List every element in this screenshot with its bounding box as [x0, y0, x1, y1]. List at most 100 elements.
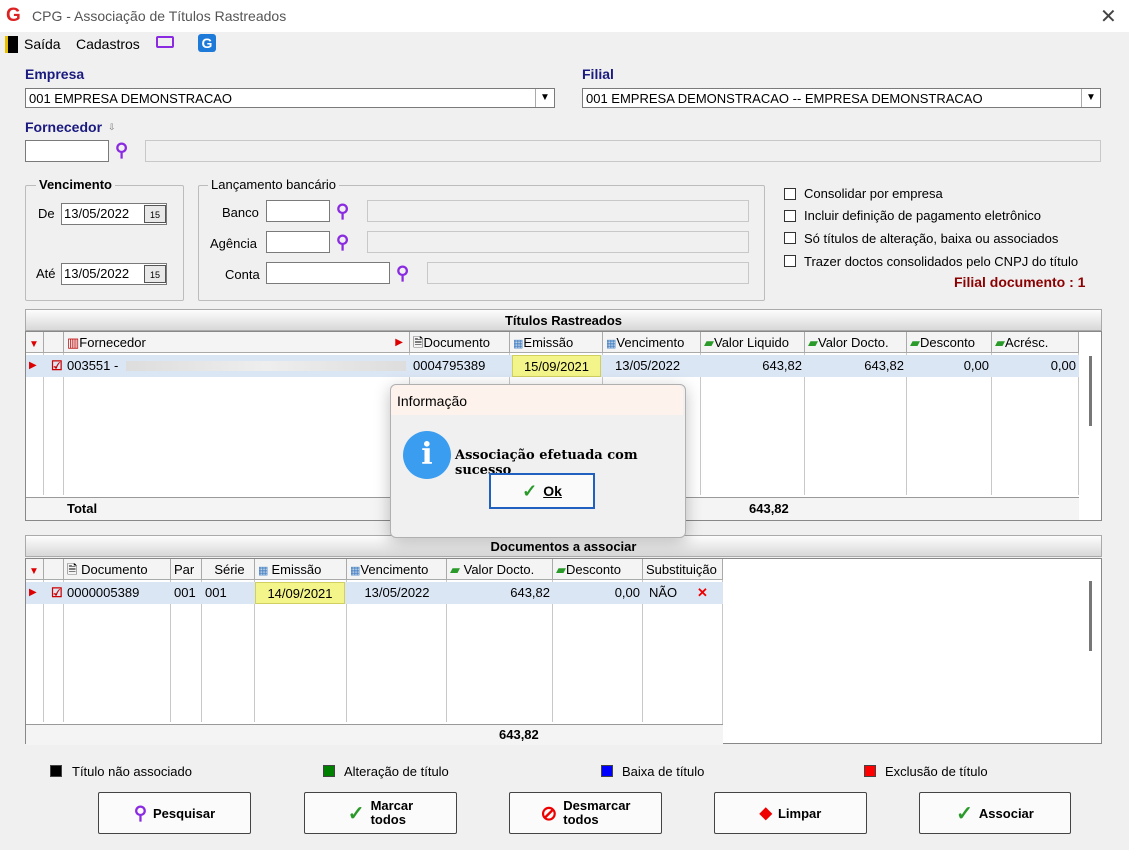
table-row[interactable]: ▶ ☑ 0000005389 001 001 14/09/2021 13/05/… — [26, 582, 723, 604]
col-fornecedor[interactable]: ▥Fornecedor ▶ — [64, 332, 410, 353]
window-title: CPG - Associação de Títulos Rastreados — [32, 8, 287, 24]
so-titulos-checkbox[interactable] — [784, 232, 796, 244]
desconto-cell: 0,00 — [614, 585, 640, 600]
chevron-down-icon[interactable]: ▼ — [1081, 89, 1100, 107]
fornecedor-name-field — [145, 140, 1101, 162]
empresa-value: 001 EMPRESA DEMONSTRACAO — [29, 91, 232, 106]
exit-door-icon[interactable] — [5, 36, 18, 53]
menu-saida[interactable]: Saída — [24, 36, 61, 52]
table-row[interactable]: ▶ ☑ 003551 - 0004795389 15/09/2021 13/05… — [26, 355, 1079, 377]
so-titulos-label: Só títulos de alteração, baixa ou associ… — [804, 231, 1059, 246]
col-acresc[interactable]: ▰Acrésc. — [992, 332, 1079, 353]
menu-cadastros[interactable]: Cadastros — [76, 36, 140, 52]
emissao-cell: 14/09/2021 — [255, 582, 345, 604]
col-substituicao[interactable]: Substituição — [643, 559, 723, 580]
store-icon: ▥ — [67, 335, 80, 350]
incluir-pagamento-label: Incluir definição de pagamento eletrônic… — [804, 208, 1042, 223]
legend-swatch-blue — [601, 765, 613, 777]
valor-docto-cell: 643,82 — [510, 585, 550, 600]
col-valor-docto[interactable]: ▰ Valor Docto. — [447, 559, 553, 580]
col-valor-liquido[interactable]: ▰Valor Liquido — [701, 332, 805, 353]
calendar-icon: ▦ — [258, 565, 272, 577]
legend-exclusao: Exclusão de título — [885, 764, 988, 779]
money-icon: ▰ — [995, 335, 1005, 350]
calendar-icon[interactable]: 15 — [144, 205, 166, 223]
filial-select[interactable]: 001 EMPRESA DEMONSTRACAO -- EMPRESA DEMO… — [582, 88, 1101, 108]
info-dialog: Informação i Associação efetuada com suc… — [390, 384, 686, 538]
empresa-select[interactable]: 001 EMPRESA DEMONSTRACAO ▼ — [25, 88, 555, 108]
limpar-button[interactable]: ◆ Limpar — [714, 792, 867, 834]
legend-swatch-black — [50, 765, 62, 777]
search-icon: ⚲ — [133, 802, 148, 823]
pesquisar-button[interactable]: ⚲ Pesquisar — [98, 792, 251, 834]
col-emissao[interactable]: ▦ Emissão — [255, 559, 347, 580]
col-desconto[interactable]: ▰Desconto — [553, 559, 643, 580]
legend-nao-associado: Título não associado — [72, 764, 192, 779]
consolidar-checkbox[interactable] — [784, 188, 796, 200]
desmarcar-todos-button[interactable]: ⊘ Desmarcar todos — [509, 792, 662, 834]
banco-name-field — [367, 200, 749, 222]
col-emissao[interactable]: ▦Emissão — [510, 332, 603, 353]
g-app-icon[interactable]: G — [198, 34, 216, 52]
documentos-grid: ▼ 🗎 Documento Par Série ▦ Emissão ▦Venci… — [25, 558, 1102, 745]
emissao-cell: 15/09/2021 — [512, 355, 601, 377]
vertical-scrollbar[interactable] — [1089, 356, 1092, 426]
consolidar-label: Consolidar por empresa — [804, 186, 943, 201]
search-icon[interactable]: ⚲ — [336, 233, 349, 251]
checkmark-icon: ✓ — [347, 802, 365, 825]
col-valor-docto[interactable]: ▰Valor Docto. — [805, 332, 907, 353]
col-documento[interactable]: 🗎 Documento — [64, 559, 171, 580]
total-value: 643,82 — [749, 501, 789, 516]
filial-documento-label: Filial documento : 1 — [954, 274, 1086, 290]
eraser-icon: ◆ — [759, 805, 772, 822]
marcar-todos-button[interactable]: ✓ Marcar todos — [304, 792, 457, 834]
serie-cell: 001 — [205, 585, 227, 600]
monitor-icon[interactable] — [156, 36, 174, 48]
fornecedor-code-input[interactable] — [25, 140, 109, 162]
money-icon: ▰ — [910, 335, 920, 350]
legend-alteracao: Alteração de título — [344, 764, 449, 779]
document-icon: 🗎 — [413, 335, 424, 350]
col-check — [44, 332, 64, 353]
trazer-doctos-checkbox[interactable] — [784, 255, 796, 267]
documento-cell: 0000005389 — [67, 585, 140, 600]
total-label: Total — [67, 501, 98, 516]
col-par[interactable]: Par — [171, 559, 202, 580]
ok-button[interactable]: ✓ Ok — [489, 473, 595, 509]
calendar-icon[interactable]: 15 — [144, 265, 166, 283]
conta-name-field — [427, 262, 749, 284]
search-icon[interactable]: ⚲ — [115, 141, 128, 159]
row-checkbox[interactable]: ☑ — [48, 582, 64, 604]
empresa-label: Empresa — [25, 66, 85, 82]
conta-input[interactable] — [266, 262, 390, 284]
money-icon: ▰ — [808, 335, 818, 350]
col-indicator: ▼ — [26, 332, 44, 353]
row-checkbox[interactable]: ☑ — [48, 355, 64, 377]
col-vencimento[interactable]: ▦Vencimento — [603, 332, 701, 353]
close-icon[interactable]: ✕ — [1100, 4, 1117, 29]
chevron-down-icon[interactable]: ▼ — [535, 89, 554, 107]
col-documento[interactable]: 🗎Documento — [410, 332, 510, 353]
agencia-input[interactable] — [266, 231, 330, 253]
banco-input[interactable] — [266, 200, 330, 222]
legend-baixa: Baixa de título — [622, 764, 705, 779]
associar-button[interactable]: ✓ Associar — [919, 792, 1071, 834]
titulos-header: Títulos Rastreados — [25, 309, 1102, 331]
col-serie[interactable]: Série — [202, 559, 255, 580]
search-icon[interactable]: ⚲ — [336, 202, 349, 220]
filter-icon: ⇩ — [108, 122, 116, 132]
conta-label: Conta — [225, 267, 260, 282]
col-desconto[interactable]: ▰Desconto — [907, 332, 992, 353]
incluir-pagamento-checkbox[interactable] — [784, 210, 796, 222]
vencimento-cell: 13/05/2022 — [364, 585, 430, 600]
dialog-titlebar: Informação — [391, 385, 683, 415]
col-vencimento[interactable]: ▦Vencimento — [347, 559, 447, 580]
delete-x-icon[interactable]: ✕ — [694, 582, 714, 604]
lancamento-title: Lançamento bancário — [208, 177, 340, 192]
row-pointer-icon: ▶ — [29, 587, 37, 598]
prohibited-icon: ⊘ — [540, 802, 558, 825]
search-icon[interactable]: ⚲ — [396, 264, 409, 282]
vertical-scrollbar[interactable] — [1089, 581, 1092, 651]
money-icon: ▰ — [450, 562, 464, 577]
row-pointer-icon: ▶ — [29, 360, 37, 371]
